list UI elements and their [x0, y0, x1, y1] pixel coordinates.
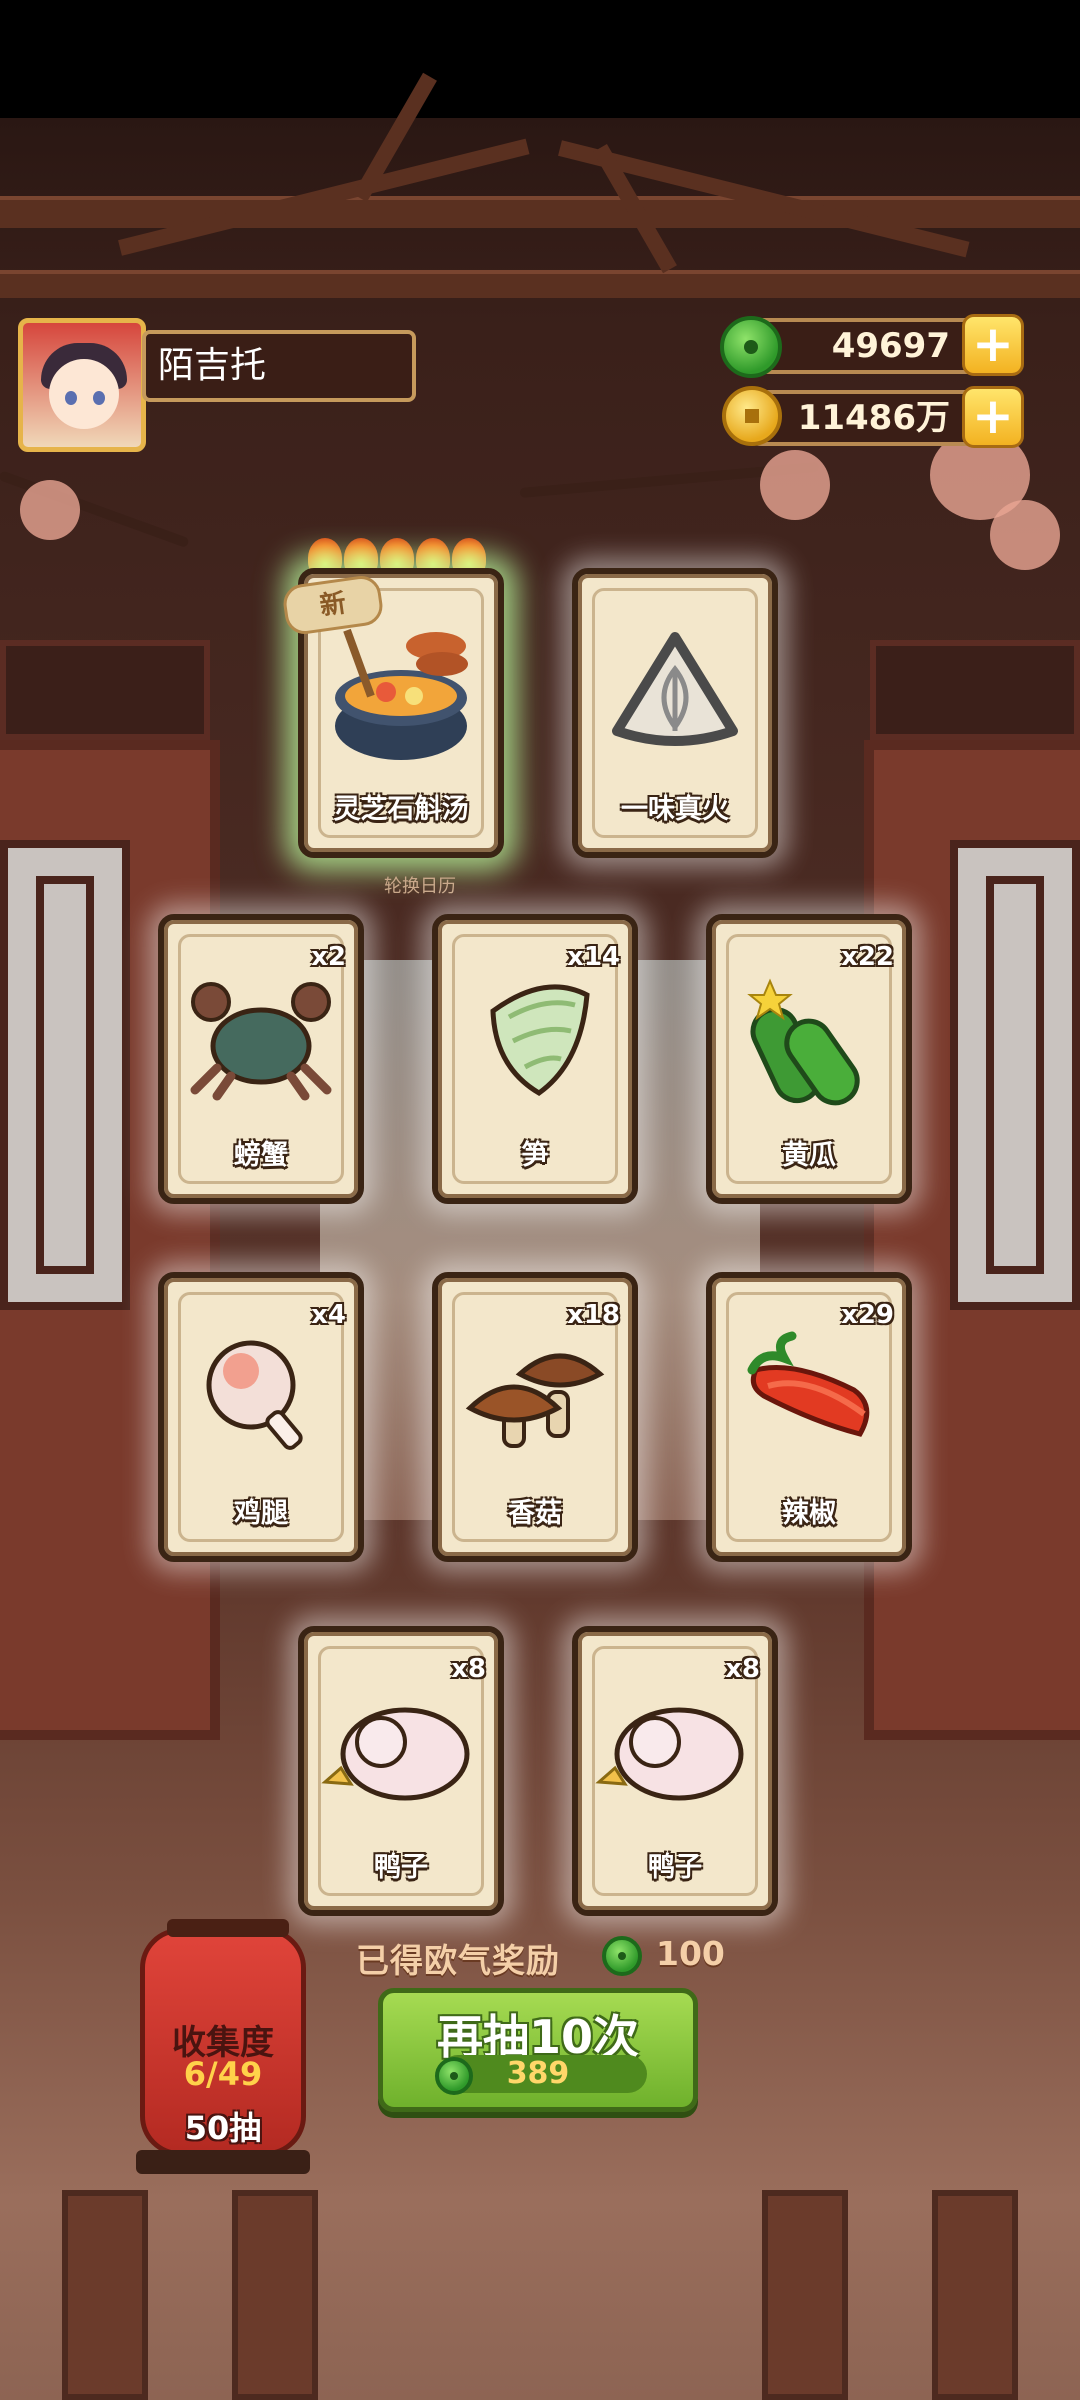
- card-name: 鸡腿: [234, 1498, 288, 1529]
- fence-post: [62, 2190, 148, 2400]
- card-count: x8: [725, 1654, 760, 1684]
- card-name: 螃蟹: [234, 1140, 288, 1171]
- draw-again-button[interactable]: 再抽10次 389: [378, 1988, 698, 2112]
- chili-pepper-icon: [747, 1331, 870, 1437]
- card-count: x2: [311, 942, 346, 972]
- cucumber-icon: [747, 978, 860, 1106]
- gold-currency-value: 11486万: [797, 398, 950, 438]
- luck-reward-label: 已得欧气奖励: [356, 1941, 560, 1980]
- collection-progress: 6/49: [183, 2055, 263, 2093]
- jade-coin-icon: [602, 1936, 642, 1976]
- draw-cost: 389: [506, 2056, 570, 2091]
- avatar-face: [49, 359, 119, 429]
- player-name: 陌吉托: [142, 330, 416, 402]
- card-name: 香菇: [508, 1498, 562, 1529]
- crab-icon: [190, 981, 332, 1101]
- avatar-eye: [93, 391, 105, 405]
- lantern-stand: [136, 2150, 310, 2174]
- collection-lantern[interactable]: 收集度 6/49 50抽: [140, 1919, 306, 2156]
- luck-reward-value: 100: [656, 1934, 725, 1973]
- duck-icon: [595, 1707, 744, 1801]
- card-count: x29: [841, 1300, 894, 1330]
- bamboo-shoot-icon: [490, 984, 590, 1096]
- jade-currency-value: 49697: [831, 326, 950, 366]
- right-window: [950, 840, 1080, 1310]
- result-card[interactable]: x29 辣椒: [706, 1272, 912, 1562]
- result-card-featured[interactable]: 一味真火: [572, 568, 778, 858]
- result-card[interactable]: x2 螃蟹: [158, 914, 364, 1204]
- result-card[interactable]: x14 笋: [432, 914, 638, 1204]
- card-name: 鸭子: [374, 1852, 428, 1883]
- card-name: 一味真火: [621, 794, 729, 825]
- fence-post: [232, 2190, 318, 2400]
- wall-panel: [0, 640, 210, 740]
- card-name: 黄瓜: [782, 1140, 836, 1171]
- add-gold-button[interactable]: +: [962, 386, 1024, 448]
- card-count: x8: [451, 1654, 486, 1684]
- rotation-calendar-label: 轮换日历: [384, 876, 456, 897]
- add-jade-button[interactable]: +: [962, 314, 1024, 376]
- card-name: 笋: [521, 1140, 549, 1171]
- player-avatar[interactable]: [18, 318, 146, 452]
- lantern-cap: [167, 1919, 289, 1937]
- gold-coin-icon: [722, 386, 782, 446]
- duck-icon: [321, 1707, 470, 1801]
- soup-pot-icon: [335, 628, 468, 760]
- leaf-talisman-icon: [612, 631, 738, 746]
- blossom: [990, 500, 1060, 570]
- card-count: x18: [567, 1300, 620, 1330]
- gacha-result-screen: 陌吉托 49697 + 11486万 + 灵芝石斛汤 新 一味真火 轮换日历 x…: [0, 0, 1080, 2400]
- result-card[interactable]: x8 鸭子: [298, 1626, 504, 1916]
- result-card[interactable]: x18 香菇: [432, 1272, 638, 1562]
- avatar-eye: [65, 391, 77, 405]
- blossom: [760, 450, 830, 520]
- shiitake-mushroom-icon: [465, 1353, 605, 1448]
- jade-coin-icon: [720, 316, 782, 378]
- card-name: 灵芝石斛汤: [333, 794, 469, 825]
- result-card[interactable]: x8 鸭子: [572, 1626, 778, 1916]
- fence-post: [762, 2190, 848, 2400]
- blossom: [20, 480, 80, 540]
- roof-beam: [0, 196, 1080, 228]
- left-window: [0, 840, 130, 1310]
- result-card[interactable]: x22 黄瓜: [706, 914, 912, 1204]
- chicken-leg-icon: [206, 1340, 303, 1450]
- fence-post: [932, 2190, 1018, 2400]
- card-name: 鸭子: [648, 1852, 702, 1883]
- wall-panel: [870, 640, 1080, 740]
- roof-beam-lower: [0, 270, 1080, 298]
- card-name: 辣椒: [782, 1498, 836, 1529]
- collection-draws: 50抽: [184, 2109, 262, 2147]
- result-card[interactable]: x4 鸡腿: [158, 1272, 364, 1562]
